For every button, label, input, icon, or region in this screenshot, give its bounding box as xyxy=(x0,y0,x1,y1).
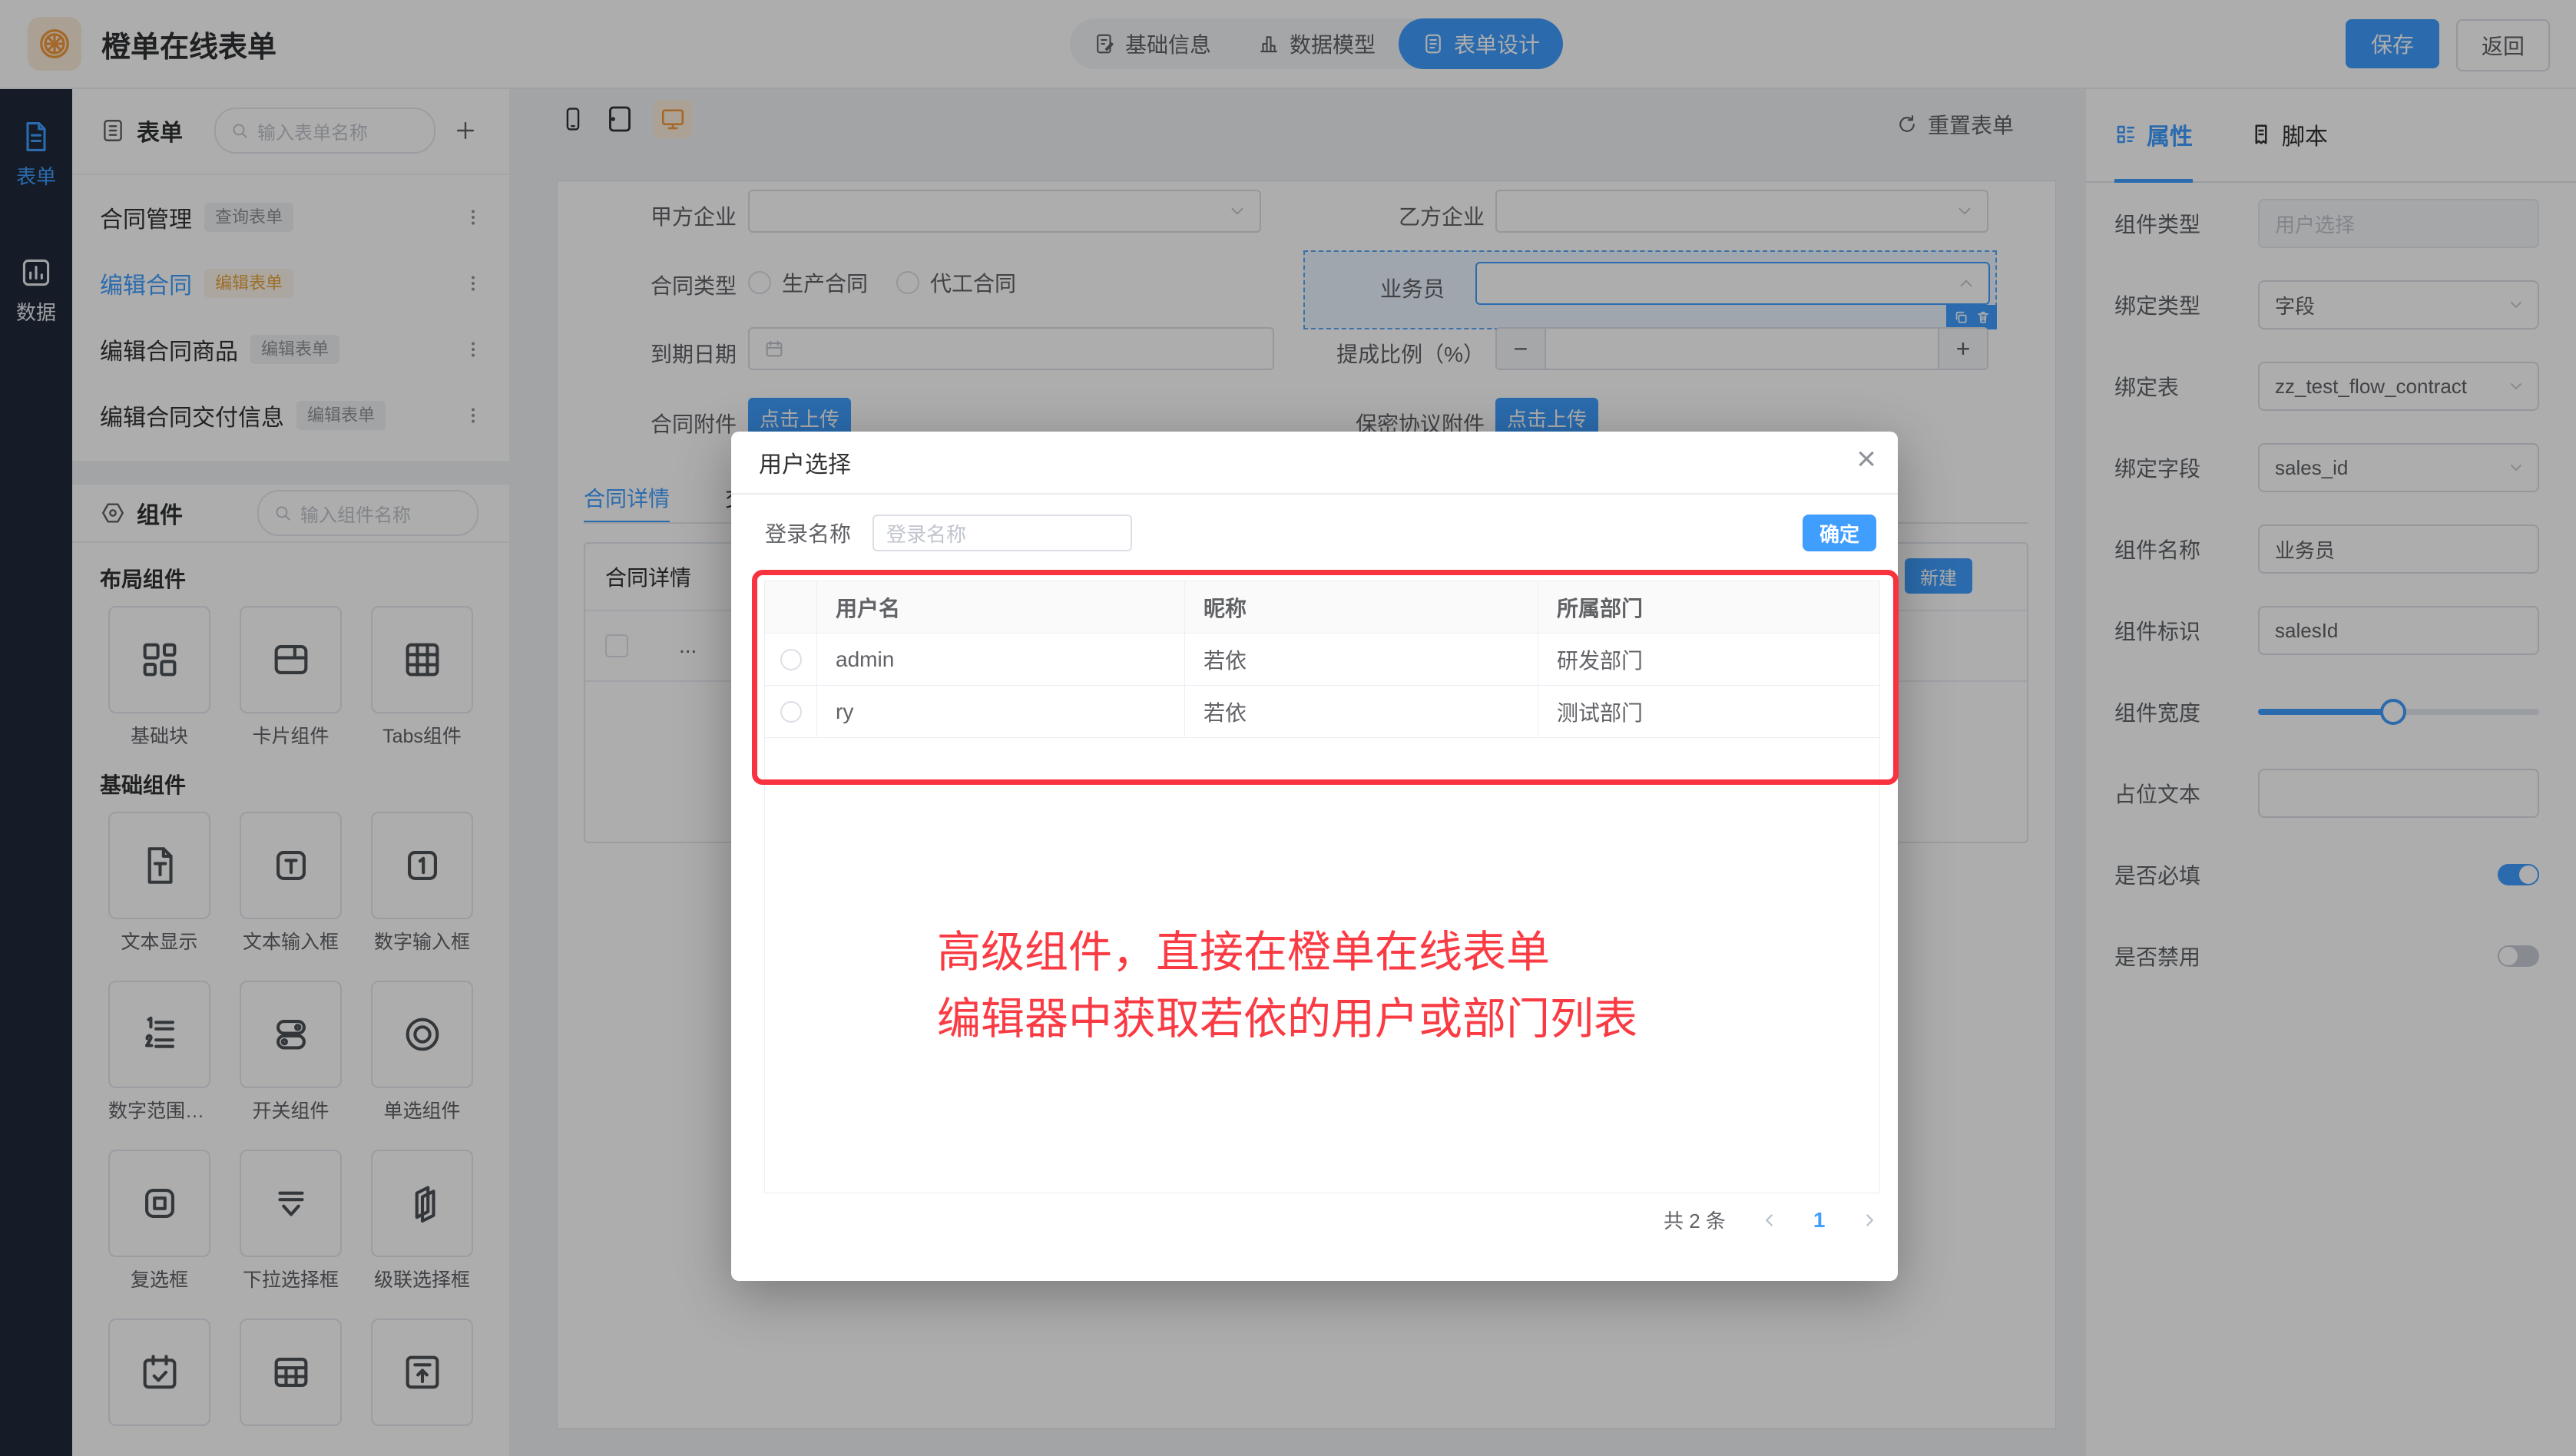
modal-title: 用户选择 xyxy=(759,445,851,479)
annotation-text: 高级组件，直接在橙单在线表单 编辑器中获取若依的用户或部门列表 xyxy=(937,919,1637,1053)
app-root: 橙单在线表单 基础信息 数据模型 表单设计 保存 返回 表单 xyxy=(0,0,2576,1456)
user-row-admin[interactable]: admin 若依 研发部门 xyxy=(765,634,1879,686)
row-radio-icon[interactable] xyxy=(780,701,802,723)
pagination-total: 共 2 条 xyxy=(1664,1206,1726,1234)
user-table: 用户名 昵称 所属部门 admin 若依 研发部门 ry 若依 测试部门 xyxy=(764,581,1880,1193)
prev-page-icon[interactable] xyxy=(1760,1210,1780,1230)
confirm-button[interactable]: 确定 xyxy=(1803,515,1876,551)
next-page-icon[interactable] xyxy=(1859,1210,1879,1230)
col-department: 所属部门 xyxy=(1538,581,1879,633)
login-name-placeholder: 登录名称 xyxy=(886,519,966,548)
user-row-ry[interactable]: ry 若依 测试部门 xyxy=(765,686,1879,738)
user-table-header: 用户名 昵称 所属部门 xyxy=(765,581,1879,634)
pagination: 共 2 条 1 xyxy=(1664,1206,1879,1234)
col-nickname: 昵称 xyxy=(1185,581,1538,633)
login-name-filter: 登录名称 登录名称 xyxy=(765,515,1132,551)
login-name-input[interactable]: 登录名称 xyxy=(872,515,1132,551)
page-number[interactable]: 1 xyxy=(1813,1208,1826,1233)
user-select-modal: 用户选择 × 登录名称 登录名称 确定 用户名 昵称 所属部门 admin 若依… xyxy=(731,432,1898,1281)
close-icon[interactable]: × xyxy=(1856,442,1876,476)
row-radio-icon[interactable] xyxy=(780,649,802,670)
col-username: 用户名 xyxy=(817,581,1185,633)
login-name-label: 登录名称 xyxy=(765,518,851,548)
